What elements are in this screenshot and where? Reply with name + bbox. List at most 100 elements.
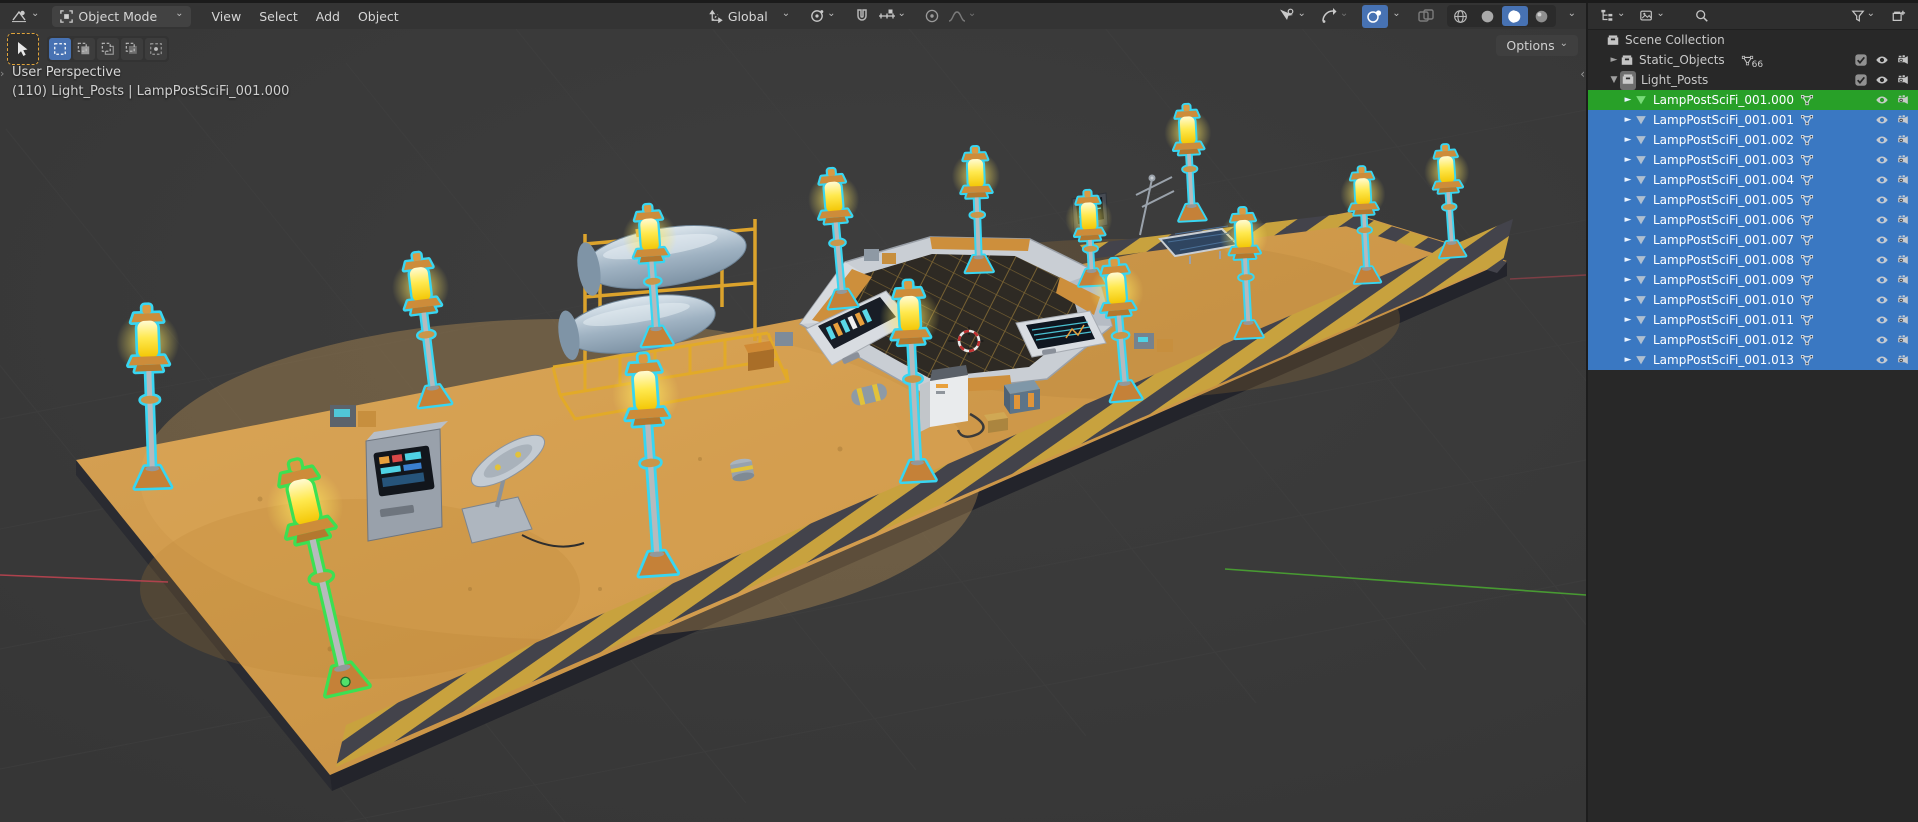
toolbar-expand-arrow[interactable]: › <box>0 67 4 80</box>
outliner-object-row[interactable]: ► LampPostSciFi_001.010 <box>1588 290 1918 310</box>
outliner-object-row[interactable]: ► LampPostSciFi_001.012 <box>1588 330 1918 350</box>
collection-label[interactable]: Scene Collection <box>1625 33 1725 47</box>
gizmos-dropdown[interactable]: ⌄ <box>1316 5 1352 27</box>
expand-icon[interactable]: ► <box>1622 95 1634 105</box>
object-label[interactable]: LampPostSciFi_001.007 <box>1653 233 1794 247</box>
expand-icon[interactable]: ► <box>1622 235 1634 245</box>
select-mode-extend-button[interactable] <box>73 38 95 60</box>
object-label[interactable]: LampPostSciFi_001.006 <box>1653 213 1794 227</box>
mode-dropdown[interactable]: Object Mode ⌄ <box>52 6 190 27</box>
eye-icon[interactable] <box>1875 353 1889 367</box>
object-label[interactable]: LampPostSciFi_001.013 <box>1653 353 1794 367</box>
select-mode-invert-button[interactable] <box>121 38 143 60</box>
overlays-dropdown[interactable]: ⌄ <box>1388 10 1404 22</box>
pivot-point-dropdown[interactable]: ⌄ <box>805 5 839 27</box>
outliner-object-row[interactable]: ► LampPostSciFi_001.000 <box>1588 90 1918 110</box>
transform-orientation-dropdown[interactable]: Global ⌄ <box>701 6 797 27</box>
camera-icon[interactable] <box>1896 133 1910 147</box>
outliner-search-button[interactable] <box>1691 6 1713 26</box>
camera-icon[interactable] <box>1896 93 1910 107</box>
shading-solid-button[interactable] <box>1475 6 1501 26</box>
expand-icon[interactable]: ► <box>1622 335 1634 345</box>
render-checkbox-icon[interactable] <box>1854 53 1868 67</box>
snap-settings-dropdown[interactable]: ⌄ <box>874 5 910 27</box>
camera-icon[interactable] <box>1896 53 1910 67</box>
eye-icon[interactable] <box>1875 153 1889 167</box>
shading-wireframe-button[interactable] <box>1448 6 1474 26</box>
camera-icon[interactable] <box>1896 293 1910 307</box>
outliner-object-row[interactable]: ► LampPostSciFi_001.002 <box>1588 130 1918 150</box>
proportional-falloff-dropdown[interactable]: ⌄ <box>944 5 980 27</box>
collection-label[interactable]: Static_Objects <box>1639 53 1725 67</box>
object-label[interactable]: LampPostSciFi_001.009 <box>1653 273 1794 287</box>
eye-icon[interactable] <box>1875 253 1889 267</box>
shading-dropdown[interactable]: ⌄ <box>1564 10 1580 22</box>
select-mode-subtract-button[interactable] <box>97 38 119 60</box>
new-collection-button[interactable] <box>1887 6 1910 26</box>
camera-icon[interactable] <box>1896 353 1910 367</box>
eye-icon[interactable] <box>1875 233 1889 247</box>
object-label[interactable]: LampPostSciFi_001.003 <box>1653 153 1794 167</box>
menu-object[interactable]: Object <box>349 6 408 27</box>
object-label[interactable]: LampPostSciFi_001.001 <box>1653 113 1794 127</box>
object-label[interactable]: LampPostSciFi_001.004 <box>1653 173 1794 187</box>
scene-canvas[interactable] <box>0 29 1586 822</box>
row-static-objects[interactable]: ► Static_Objects 66 <box>1588 50 1918 70</box>
eye-icon[interactable] <box>1875 53 1889 67</box>
camera-icon[interactable] <box>1896 193 1910 207</box>
shading-rendered-button[interactable] <box>1529 6 1555 26</box>
overlays-toggle[interactable] <box>1362 5 1388 28</box>
outliner-object-row[interactable]: ► LampPostSciFi_001.006 <box>1588 210 1918 230</box>
expand-icon[interactable]: ► <box>1622 195 1634 205</box>
expand-icon[interactable]: ► <box>1608 55 1620 65</box>
expand-icon[interactable]: ► <box>1622 175 1634 185</box>
filter-dropdown[interactable]: ⌄ <box>1847 6 1879 26</box>
object-label[interactable]: LampPostSciFi_001.010 <box>1653 293 1794 307</box>
options-dropdown[interactable]: Options ⌄ <box>1496 35 1578 56</box>
object-label[interactable]: LampPostSciFi_001.005 <box>1653 193 1794 207</box>
expand-icon[interactable]: ► <box>1622 255 1634 265</box>
collection-label[interactable]: Light_Posts <box>1641 73 1708 87</box>
camera-icon[interactable] <box>1896 73 1910 87</box>
eye-icon[interactable] <box>1875 73 1889 87</box>
proportional-editing-toggle[interactable] <box>920 5 944 27</box>
row-scene-collection[interactable]: ▼ Scene Collection <box>1588 30 1918 50</box>
outliner-object-row[interactable]: ► LampPostSciFi_001.009 <box>1588 270 1918 290</box>
snap-toggle[interactable] <box>850 5 874 27</box>
expand-icon[interactable]: ► <box>1622 275 1634 285</box>
object-label[interactable]: LampPostSciFi_001.011 <box>1653 313 1794 327</box>
eye-icon[interactable] <box>1875 173 1889 187</box>
eye-icon[interactable] <box>1875 213 1889 227</box>
camera-icon[interactable] <box>1896 113 1910 127</box>
eye-icon[interactable] <box>1875 113 1889 127</box>
camera-icon[interactable] <box>1896 313 1910 327</box>
camera-icon[interactable] <box>1896 153 1910 167</box>
shading-material-preview-button[interactable] <box>1502 6 1528 26</box>
camera-icon[interactable] <box>1896 253 1910 267</box>
camera-icon[interactable] <box>1896 213 1910 227</box>
eye-icon[interactable] <box>1875 333 1889 347</box>
expand-icon[interactable]: ► <box>1622 315 1634 325</box>
camera-icon[interactable] <box>1896 173 1910 187</box>
outliner-object-row[interactable]: ► LampPostSciFi_001.013 <box>1588 350 1918 370</box>
render-checkbox-icon[interactable] <box>1854 73 1868 87</box>
expand-icon[interactable]: ► <box>1622 135 1634 145</box>
show-object-types-dropdown[interactable]: ⌄ <box>1273 5 1309 27</box>
eye-icon[interactable] <box>1875 273 1889 287</box>
object-label[interactable]: LampPostSciFi_001.012 <box>1653 333 1794 347</box>
outliner-object-row[interactable]: ► LampPostSciFi_001.001 <box>1588 110 1918 130</box>
select-mode-set-button[interactable] <box>49 38 71 60</box>
viewport-3d[interactable]: Options ⌄ User Perspective (110) Light_P… <box>0 29 1586 822</box>
active-tool-button[interactable] <box>7 33 39 65</box>
xray-toggle[interactable] <box>1413 5 1439 27</box>
object-label[interactable]: LampPostSciFi_001.000 <box>1653 93 1794 107</box>
expand-icon[interactable]: ► <box>1622 295 1634 305</box>
outliner-object-row[interactable]: ► LampPostSciFi_001.005 <box>1588 190 1918 210</box>
menu-view[interactable]: View <box>203 6 251 27</box>
outliner-object-row[interactable]: ► LampPostSciFi_001.007 <box>1588 230 1918 250</box>
sidebar-collapse-arrow[interactable]: ‹ <box>1580 67 1585 81</box>
expand-icon[interactable]: ▼ <box>1608 75 1620 85</box>
outliner-object-row[interactable]: ► LampPostSciFi_001.004 <box>1588 170 1918 190</box>
object-label[interactable]: LampPostSciFi_001.002 <box>1653 133 1794 147</box>
select-mode-intersect-button[interactable] <box>145 38 167 60</box>
